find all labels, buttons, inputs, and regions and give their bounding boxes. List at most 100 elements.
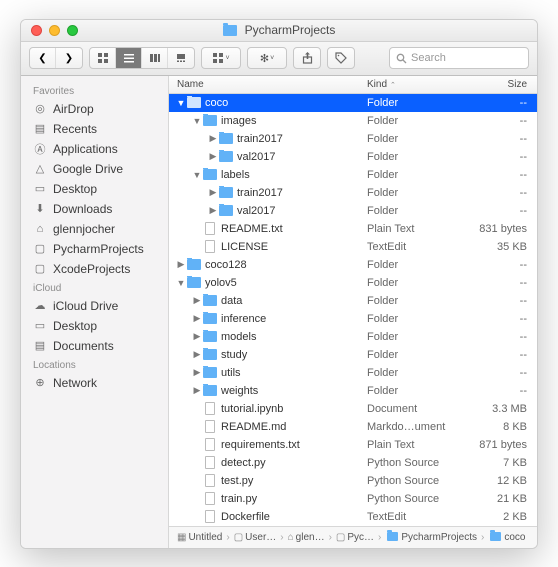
table-row[interactable]: train.pyPython Source21 KB	[169, 490, 537, 508]
table-row[interactable]: ▶studyFolder--	[169, 346, 537, 364]
file-kind: Plain Text	[367, 223, 467, 235]
table-row[interactable]: ▼yolov5Folder--	[169, 274, 537, 292]
disclosure-triangle-icon[interactable]: ▶	[191, 349, 203, 361]
disclosure-triangle-icon[interactable]: ▼	[191, 169, 203, 181]
disclosure-triangle-icon[interactable]: ▶	[191, 385, 203, 397]
sidebar-item[interactable]: ☁iCloud Drive	[21, 296, 168, 316]
sidebar-item-label: Applications	[53, 142, 118, 156]
disclosure-triangle-icon[interactable]: ▶	[207, 205, 219, 217]
table-row[interactable]: README.txtPlain Text831 bytes	[169, 220, 537, 238]
disclosure-triangle-icon	[191, 439, 203, 451]
table-row[interactable]: ▶weightsFolder--	[169, 382, 537, 400]
breadcrumb-item[interactable]: ▦Untitled	[177, 532, 222, 543]
disclosure-triangle-icon[interactable]: ▶	[207, 133, 219, 145]
table-row[interactable]: tutorial.ipynbDocument3.3 MB	[169, 400, 537, 418]
sidebar-item[interactable]: ▢PycharmProjects	[21, 239, 168, 259]
disclosure-triangle-icon[interactable]: ▼	[191, 115, 203, 127]
file-name: yolov5	[205, 277, 237, 289]
sidebar-item[interactable]: ⊕Network	[21, 373, 168, 393]
table-row[interactable]: ▼cocoFolder--	[169, 94, 537, 112]
file-name: README.txt	[221, 223, 283, 235]
back-button[interactable]: ❮	[30, 48, 56, 68]
table-row[interactable]: ▶dataFolder--	[169, 292, 537, 310]
table-row[interactable]: ▶modelsFolder--	[169, 328, 537, 346]
sidebar-item[interactable]: ⒶApplications	[21, 139, 168, 159]
sidebar-item[interactable]: ◎AirDrop	[21, 99, 168, 119]
sidebar-item[interactable]: ▤Recents	[21, 119, 168, 139]
disclosure-triangle-icon[interactable]: ▶	[191, 313, 203, 325]
col-size[interactable]: Size	[467, 79, 537, 90]
share-button[interactable]	[293, 47, 321, 69]
sidebar-item[interactable]: ▢XcodeProjects	[21, 259, 168, 279]
disclosure-triangle-icon[interactable]: ▶	[207, 187, 219, 199]
recents-icon: ▤	[33, 122, 47, 136]
sidebar-item[interactable]: ▭Desktop	[21, 316, 168, 336]
titlebar: PycharmProjects	[21, 20, 537, 42]
file-name: train2017	[237, 133, 283, 145]
sidebar-item[interactable]: ⌂glennjocher	[21, 219, 168, 239]
search-input[interactable]: Search	[389, 47, 529, 69]
table-row[interactable]: ▶train2017Folder--	[169, 184, 537, 202]
downloads-icon: ⬇	[33, 202, 47, 216]
sidebar-section-header: iCloud	[21, 279, 168, 296]
sidebar-item[interactable]: △Google Drive	[21, 159, 168, 179]
file-kind: Folder	[367, 295, 467, 307]
sidebar-item-label: Network	[53, 376, 97, 390]
table-row[interactable]: LICENSETextEdit35 KB	[169, 238, 537, 256]
breadcrumb-item[interactable]: ⌂glen…	[288, 532, 325, 543]
table-row[interactable]: ▶train2017Folder--	[169, 130, 537, 148]
file-kind: Folder	[367, 151, 467, 163]
table-row[interactable]: ▼labelsFolder--	[169, 166, 537, 184]
disclosure-triangle-icon	[191, 223, 203, 235]
file-name: inference	[221, 313, 266, 325]
file-size: --	[467, 367, 537, 379]
table-row[interactable]: ▶val2017Folder--	[169, 148, 537, 166]
table-row[interactable]: detect.pyPython Source7 KB	[169, 454, 537, 472]
sidebar-item-label: AirDrop	[53, 102, 94, 116]
action-button[interactable]: ✻˅	[247, 47, 287, 69]
table-row[interactable]: ▼imagesFolder--	[169, 112, 537, 130]
disclosure-triangle-icon[interactable]: ▶	[191, 295, 203, 307]
table-row[interactable]: ▶inferenceFolder--	[169, 310, 537, 328]
gear-icon: ✻	[260, 52, 269, 65]
breadcrumb-item[interactable]: ▢User…	[234, 532, 277, 543]
table-row[interactable]: ▶utilsFolder--	[169, 364, 537, 382]
file-size: 12 KB	[467, 475, 537, 487]
col-kind[interactable]: Kind⌃	[367, 79, 467, 90]
breadcrumb-item[interactable]: ▢Pyc…	[336, 532, 374, 543]
tags-button[interactable]	[327, 47, 355, 69]
disclosure-triangle-icon[interactable]: ▼	[175, 97, 187, 109]
table-row[interactable]: DockerfileTextEdit2 KB	[169, 508, 537, 526]
column-view-button[interactable]	[142, 48, 168, 68]
col-name[interactable]: Name	[169, 79, 367, 90]
sidebar-item[interactable]: ▭Desktop	[21, 179, 168, 199]
forward-button[interactable]: ❯	[56, 48, 82, 68]
sidebar-item[interactable]: ▤Documents	[21, 336, 168, 356]
file-kind: Folder	[367, 313, 467, 325]
breadcrumb-item[interactable]: coco	[488, 532, 525, 543]
gallery-view-button[interactable]	[168, 48, 194, 68]
icon-view-button[interactable]	[90, 48, 116, 68]
table-row[interactable]: README.mdMarkdo…ument8 KB	[169, 418, 537, 436]
disclosure-triangle-icon[interactable]: ▶	[207, 151, 219, 163]
breadcrumb-item[interactable]: PycharmProjects	[385, 532, 477, 543]
file-name: val2017	[237, 151, 276, 163]
file-name: coco	[205, 97, 228, 109]
list-view-button[interactable]	[116, 48, 142, 68]
disclosure-triangle-icon[interactable]: ▶	[175, 259, 187, 271]
group-button[interactable]: ˅	[201, 47, 241, 69]
file-icon	[203, 474, 217, 488]
table-row[interactable]: test.pyPython Source12 KB	[169, 472, 537, 490]
file-name: models	[221, 331, 256, 343]
disclosure-triangle-icon[interactable]: ▼	[175, 277, 187, 289]
sidebar-item-label: Documents	[53, 339, 114, 353]
table-row[interactable]: ▶coco128Folder--	[169, 256, 537, 274]
disclosure-triangle-icon[interactable]: ▶	[191, 331, 203, 343]
table-row[interactable]: ▶val2017Folder--	[169, 202, 537, 220]
file-name: data	[221, 295, 242, 307]
table-row[interactable]: requirements.txtPlain Text871 bytes	[169, 436, 537, 454]
disclosure-triangle-icon[interactable]: ▶	[191, 367, 203, 379]
finder-window: PycharmProjects ❮ ❯ ˅ ✻˅ Search Favorite…	[20, 19, 538, 549]
sidebar-item[interactable]: ⬇Downloads	[21, 199, 168, 219]
sidebar-item-label: XcodeProjects	[53, 262, 130, 276]
